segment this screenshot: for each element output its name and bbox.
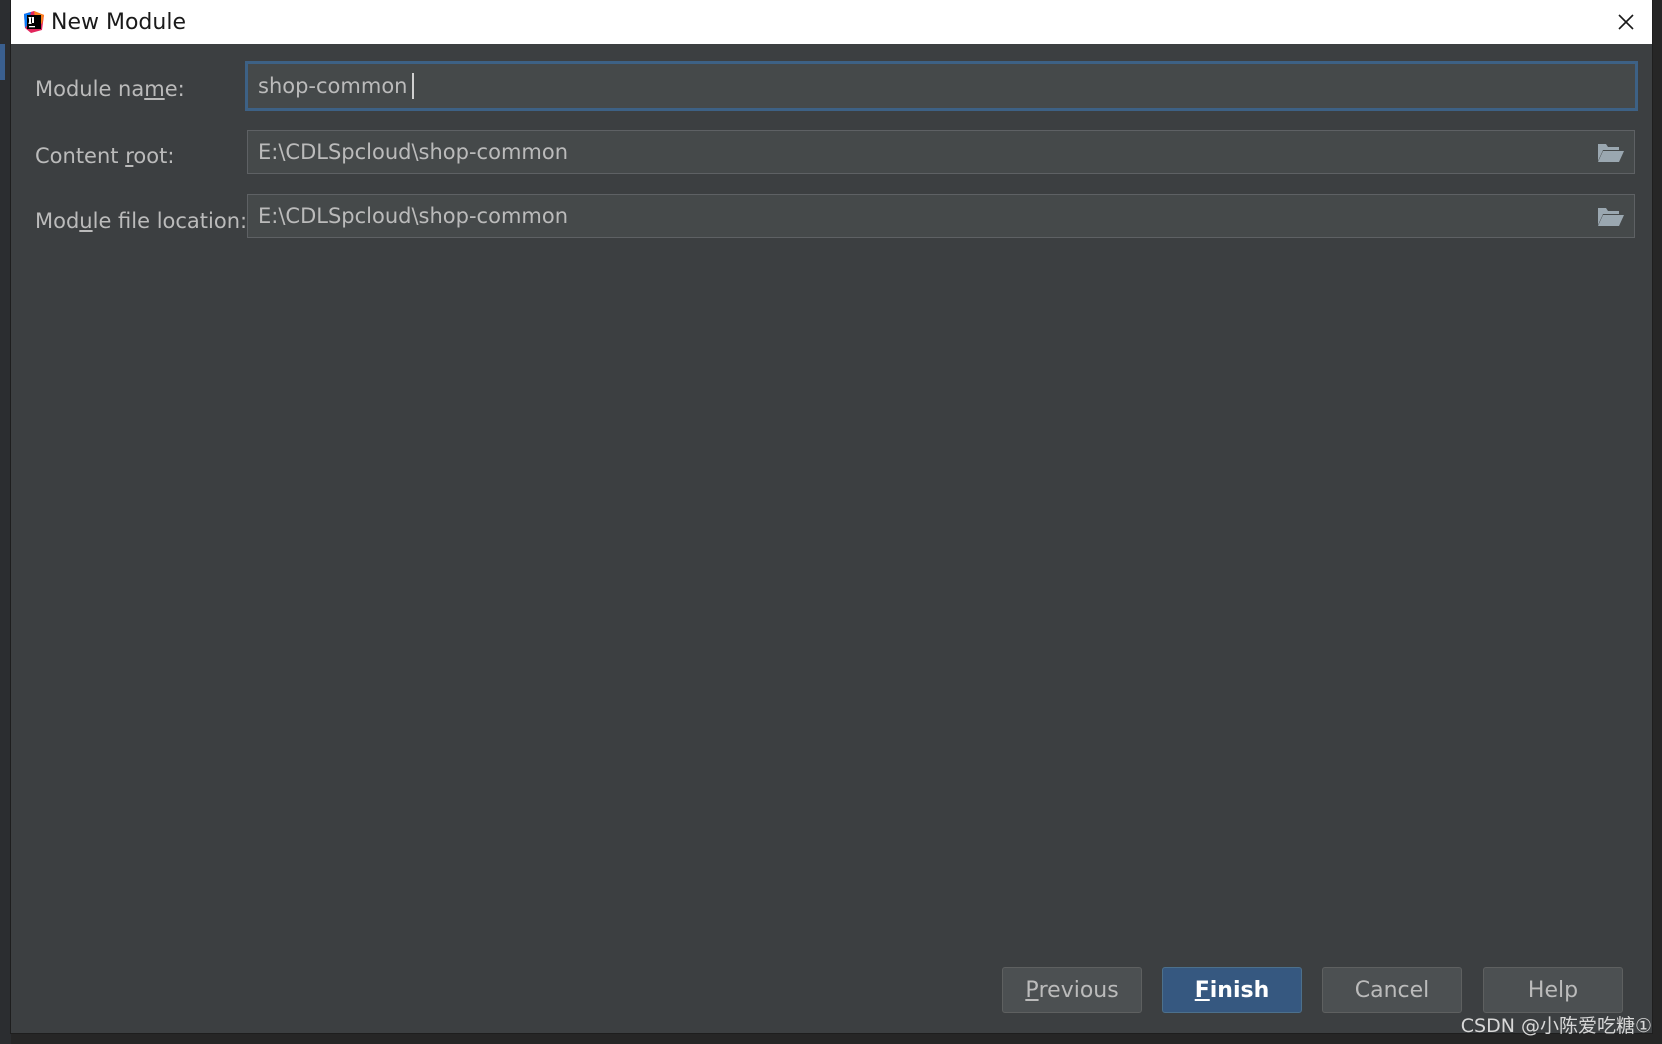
module-file-location-browse-button[interactable] [1596,202,1626,230]
screen: New Module Module name: shop-common Cont… [0,0,1662,1044]
finish-button[interactable]: Finish [1162,967,1302,1013]
module-name-value: shop-common [258,74,408,98]
content-root-row: Content root: E:\CDLSpcloud\shop-common [11,130,1652,178]
background-ide-edge [0,0,11,1044]
csdn-watermark: CSDN @小陈爱吃糖① [1460,1015,1652,1037]
close-button[interactable] [1606,2,1646,42]
module-name-label: Module name: [35,77,185,101]
folder-open-icon [1598,208,1624,226]
dialog-titlebar: New Module [11,0,1652,44]
module-name-input[interactable]: shop-common [245,61,1638,111]
previous-button[interactable]: Previous [1002,967,1142,1013]
content-root-value: E:\CDLSpcloud\shop-common [258,140,569,164]
text-caret [412,73,415,99]
content-root-label: Content root: [35,144,175,168]
background-ide-accent [0,44,5,80]
module-file-location-row: Module file location: E:\CDLSpcloud\shop… [11,194,1652,242]
help-button[interactable]: Help [1483,967,1623,1013]
finish-mnemonic: F [1194,977,1210,1003]
close-icon [1618,14,1634,30]
module-name-row: Module name: shop-common [11,61,1652,111]
module-file-location-input[interactable]: E:\CDLSpcloud\shop-common [247,194,1635,238]
finish-label: inish [1209,977,1270,1003]
content-root-browse-button[interactable] [1596,138,1626,166]
module-file-location-label: Module file location: [35,209,248,233]
content-root-input[interactable]: E:\CDLSpcloud\shop-common [247,130,1635,174]
cancel-button[interactable]: Cancel [1322,967,1462,1013]
intellij-idea-icon [22,10,46,34]
dialog-title: New Module [51,9,186,35]
previous-mnemonic: P [1025,977,1039,1003]
module-file-location-value: E:\CDLSpcloud\shop-common [258,204,569,228]
folder-open-icon [1598,144,1624,162]
previous-label: revious [1038,977,1119,1003]
new-module-dialog: New Module Module name: shop-common Cont… [11,0,1652,1033]
